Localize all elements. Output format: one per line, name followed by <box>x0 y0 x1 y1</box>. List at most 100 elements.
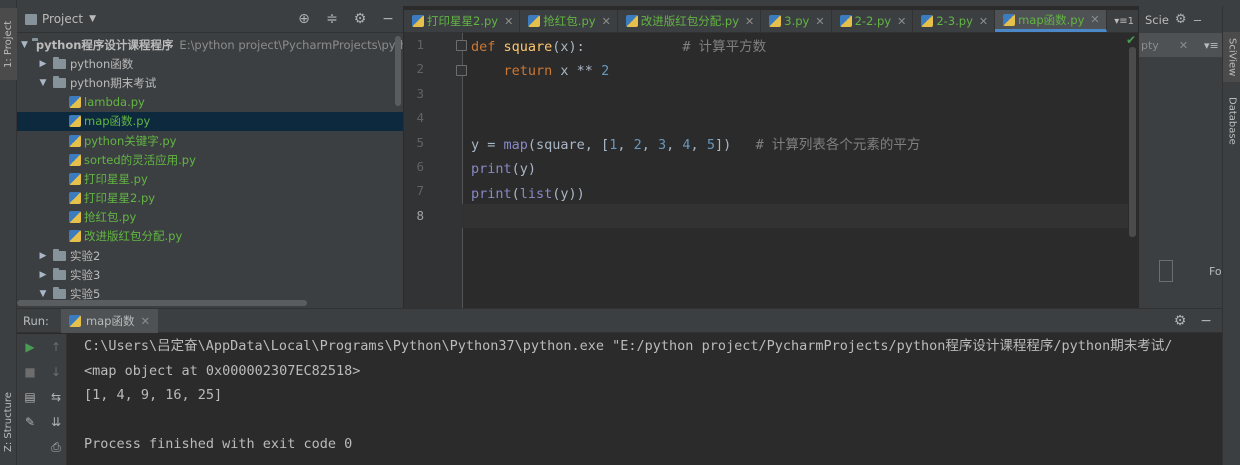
editor-tab[interactable]: 2-3.py ✕ <box>913 10 996 32</box>
editor-tab[interactable]: 打印星星2.py ✕ <box>404 10 521 32</box>
fold-marker-icon[interactable] <box>456 65 467 76</box>
sciview-header: Scie ⚙ − <box>1139 6 1222 33</box>
scroll-down-icon[interactable]: ↓ <box>49 365 63 379</box>
gear-icon[interactable]: ⚙ <box>1175 12 1187 27</box>
python-file-icon <box>69 192 81 205</box>
console-line: C:\Users\吕定奋\AppData\Local\Programs\Pyth… <box>84 338 1173 354</box>
editor-tab[interactable]: 抢红包.py ✕ <box>520 10 618 32</box>
tree-folder-row[interactable]: ▼ python期末考试 <box>17 73 403 92</box>
chevron-down-icon[interactable]: ▼ <box>21 40 28 50</box>
editor-tab-bar: 打印星星2.py ✕ 抢红包.py ✕ 改进版红包分配.py ✕ 3.py ✕ 2-2.py ✕ 2… <box>404 10 1138 33</box>
editor-scrollbar[interactable] <box>1129 47 1136 237</box>
gear-icon[interactable]: ⚙ <box>353 11 367 27</box>
run-tab[interactable]: map函数 ✕ <box>60 308 159 333</box>
layout-icon[interactable]: ▤ <box>23 390 37 404</box>
close-icon[interactable]: ✕ <box>602 15 611 28</box>
console-line: Process finished with exit code 0 <box>84 436 353 452</box>
project-tool-tab[interactable]: 1: Project <box>0 8 17 80</box>
pin-icon[interactable]: ✎ <box>23 415 37 429</box>
scroll-up-icon[interactable]: ↑ <box>49 340 63 354</box>
sciview-tool-tab[interactable]: SciView <box>1223 32 1240 82</box>
scroll-to-end-icon[interactable]: ⇊ <box>49 415 63 429</box>
horizontal-scrollbar[interactable] <box>17 300 307 306</box>
editor-tab[interactable]: map函数.py ✕ <box>995 10 1107 32</box>
close-icon[interactable]: ✕ <box>504 15 513 28</box>
chevron-right-icon[interactable]: ▶ <box>37 270 49 280</box>
code-editor[interactable]: 1 2 3 4 5 6 7 8 def square(x): # 计算平方数 return x… <box>404 33 1138 308</box>
sciview-tab[interactable]: pty ✕ ▾≡ <box>1139 33 1222 57</box>
gear-icon[interactable]: ⚙ <box>1174 313 1187 329</box>
sciview-placeholder-icon <box>1159 260 1173 282</box>
chevron-right-icon[interactable]: ▶ <box>37 59 49 69</box>
close-icon[interactable]: ✕ <box>141 314 151 328</box>
inspection-ok-icon: ✔ <box>1125 33 1136 47</box>
editor-tab[interactable]: 3.py ✕ <box>761 10 832 32</box>
tree-item-label: lambda.py <box>84 95 145 110</box>
run-tab-label: map函数 <box>85 313 135 328</box>
close-icon[interactable]: ✕ <box>979 15 988 28</box>
tree-item-label: 改进版红包分配.py <box>84 229 183 244</box>
tree-folder-row[interactable]: ▶ python函数 <box>17 54 403 73</box>
close-icon[interactable]: ✕ <box>745 15 754 28</box>
database-tool-tab[interactable]: Database <box>1223 90 1240 152</box>
close-icon[interactable]: ✕ <box>815 15 824 28</box>
tree-file-row[interactable]: 打印星星.py <box>17 169 403 188</box>
hide-panel-icon[interactable]: − <box>381 11 395 27</box>
soft-wrap-icon[interactable]: ⇆ <box>49 390 63 404</box>
tab-list-icon[interactable]: ▾≡ <box>1204 39 1219 52</box>
chevron-down-icon[interactable]: ▼ <box>37 289 49 299</box>
hide-panel-icon[interactable]: − <box>1193 13 1203 27</box>
tree-folder-row[interactable]: ▶ 实验3 <box>17 265 403 284</box>
run-console-output[interactable]: C:\Users\吕定奋\AppData\Local\Programs\Pyth… <box>84 334 1222 457</box>
python-file-icon <box>69 96 81 109</box>
python-file-icon <box>68 314 81 327</box>
stop-icon[interactable]: ■ <box>23 365 37 379</box>
code-line-2: return x ** 2 <box>503 63 610 80</box>
folder-icon <box>53 287 66 300</box>
python-file-icon <box>625 15 638 27</box>
editor-tab[interactable]: 2-2.py ✕ <box>832 10 914 32</box>
tree-file-row[interactable]: python关键字.py <box>17 131 403 150</box>
tree-file-row[interactable]: map函数.py <box>17 111 403 131</box>
tree-file-row[interactable]: lambda.py <box>17 93 403 112</box>
locate-target-icon[interactable]: ⊕ <box>297 11 311 27</box>
tree-item-label: 打印星星2.py <box>84 191 156 206</box>
collapse-all-icon[interactable]: ≑ <box>325 11 339 27</box>
code-line-1: def square(x): # 计算平方数 <box>471 39 767 55</box>
tree-item-label: 实验3 <box>70 267 101 282</box>
print-icon[interactable]: ⎙ <box>49 440 63 454</box>
close-icon[interactable]: ✕ <box>1090 13 1099 26</box>
close-icon[interactable]: ✕ <box>1179 39 1188 52</box>
editor-tab-label: 打印星星2.py <box>427 14 499 28</box>
chevron-down-icon[interactable]: ▼ <box>89 14 96 24</box>
rerun-icon[interactable]: ▶ <box>23 340 37 354</box>
tree-file-row[interactable]: 改进版红包分配.py <box>17 227 403 246</box>
line-number: 7 <box>416 183 424 199</box>
python-file-icon <box>69 153 81 166</box>
console-line: [1, 4, 9, 16, 25] <box>84 387 223 403</box>
tree-item-label: python关键字.py <box>84 133 177 148</box>
tree-file-row[interactable]: 抢红包.py <box>17 208 403 227</box>
chevron-right-icon[interactable]: ▶ <box>37 251 49 261</box>
close-icon[interactable]: ✕ <box>897 15 906 28</box>
fold-marker-icon[interactable] <box>456 40 467 51</box>
structure-tool-tab[interactable]: Z: Structure <box>0 388 17 456</box>
tab-overflow-menu[interactable]: ▾≡1 <box>1110 10 1138 32</box>
project-panel-title[interactable]: Project <box>42 12 83 26</box>
tree-file-row[interactable]: 打印星星2.py <box>17 189 403 208</box>
tree-item-label: map函数.py <box>84 114 151 129</box>
chevron-down-icon[interactable]: ▼ <box>37 78 49 88</box>
folder-icon <box>53 75 66 88</box>
editor-tab[interactable]: 改进版红包分配.py ✕ <box>618 10 762 32</box>
python-file-icon <box>69 211 81 224</box>
tree-folder-row[interactable]: ▶ 实验2 <box>17 246 403 265</box>
run-panel: Run: map函数 ✕ ⚙ − ▶ ↑ ■ ↓ ▤ ⇆ ✎ ⇊ ⎙ C:\Us… <box>17 308 1222 465</box>
vertical-scrollbar[interactable] <box>395 36 401 106</box>
project-panel-header: Project ▼ ⊕ ≑ ⚙ − <box>17 6 403 33</box>
python-file-icon <box>839 15 852 27</box>
tree-item-label: python期末考试 <box>70 75 157 90</box>
tree-file-row[interactable]: sorted的灵活应用.py <box>17 150 403 169</box>
tree-folder-row[interactable]: ▼ python程序设计课程程序 E:\python project\Pycharm… <box>17 35 403 54</box>
line-number: 4 <box>416 110 424 126</box>
hide-panel-icon[interactable]: − <box>1200 313 1212 329</box>
